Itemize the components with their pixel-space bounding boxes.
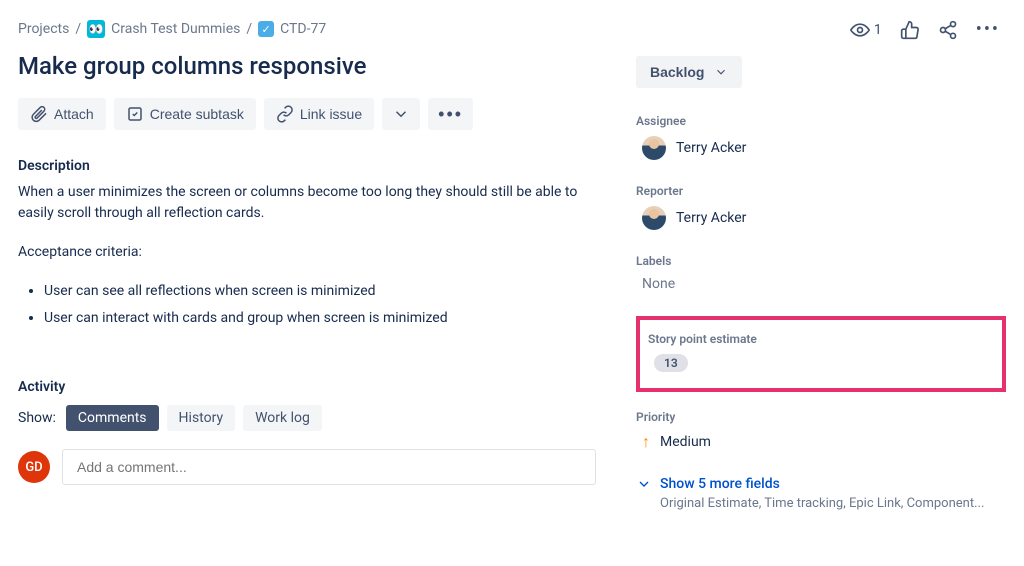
breadcrumb-project[interactable]: Crash Test Dummies xyxy=(111,21,240,37)
description-label: Description xyxy=(18,158,596,174)
chevron-down-icon xyxy=(636,476,652,492)
eye-icon xyxy=(850,20,870,40)
more-actions-button[interactable]: ••• xyxy=(976,21,1000,39)
like-button[interactable] xyxy=(900,20,920,40)
priority-label: Priority xyxy=(636,410,1006,424)
story-point-label: Story point estimate xyxy=(648,332,994,346)
status-label: Backlog xyxy=(650,64,704,80)
comment-input[interactable] xyxy=(62,449,596,485)
tab-worklog[interactable]: Work log xyxy=(243,405,322,431)
story-point-value: 13 xyxy=(654,354,688,372)
assignee-field[interactable]: Assignee Terry Acker xyxy=(636,114,1006,160)
tab-history[interactable]: History xyxy=(167,405,236,431)
attach-label: Attach xyxy=(54,106,94,122)
issue-sidebar: Backlog Assignee Terry Acker Reporter Te… xyxy=(636,52,1006,511)
status-dropdown[interactable]: Backlog xyxy=(636,56,742,88)
description-paragraph: When a user minimizes the screen or colu… xyxy=(18,182,596,224)
issue-main: Make group columns responsive Attach Cre… xyxy=(18,52,596,511)
priority-up-icon: ↑ xyxy=(642,432,650,452)
priority-field[interactable]: Priority ↑ Medium xyxy=(636,410,1006,452)
acceptance-list: User can see all reflections when screen… xyxy=(18,281,596,329)
create-subtask-button[interactable]: Create subtask xyxy=(114,98,256,130)
acceptance-item: User can see all reflections when screen… xyxy=(44,281,596,302)
chevron-down-icon xyxy=(714,65,728,79)
breadcrumb-projects[interactable]: Projects xyxy=(18,21,69,37)
priority-value: Medium xyxy=(660,434,711,450)
labels-label: Labels xyxy=(636,254,1006,268)
reporter-name: Terry Acker xyxy=(676,210,746,226)
acceptance-label: Acceptance criteria: xyxy=(18,242,596,263)
link-issue-dropdown[interactable] xyxy=(382,98,420,130)
share-button[interactable] xyxy=(938,20,958,40)
show-more-label: Show 5 more fields xyxy=(660,476,780,492)
issue-top-actions: 1 ••• xyxy=(850,20,1000,40)
assignee-label: Assignee xyxy=(636,114,1006,128)
labels-value: None xyxy=(636,276,1006,292)
description-body[interactable]: When a user minimizes the screen or colu… xyxy=(18,182,596,329)
reporter-avatar xyxy=(642,206,666,230)
paperclip-icon xyxy=(30,105,48,123)
current-user-avatar: GD xyxy=(18,451,50,483)
subtask-icon xyxy=(126,105,144,123)
breadcrumb-sep: / xyxy=(246,21,252,37)
reporter-label: Reporter xyxy=(636,184,1006,198)
show-label: Show: xyxy=(18,410,56,426)
assignee-name: Terry Acker xyxy=(676,140,746,156)
activity-tabs: Show: Comments History Work log xyxy=(18,405,596,431)
issue-action-bar: Attach Create subtask Link issue ••• xyxy=(18,98,596,130)
reporter-field[interactable]: Reporter Terry Acker xyxy=(636,184,1006,230)
thumbs-up-icon xyxy=(900,20,920,40)
link-issue-button[interactable]: Link issue xyxy=(264,98,374,130)
project-icon: 👀 xyxy=(87,20,105,38)
subtask-label: Create subtask xyxy=(150,106,244,122)
show-more-fields[interactable]: Show 5 more fields xyxy=(636,476,1006,492)
activity-heading: Activity xyxy=(18,379,596,395)
activity-section: Activity Show: Comments History Work log… xyxy=(18,379,596,485)
watch-button[interactable]: 1 xyxy=(850,20,882,40)
attach-button[interactable]: Attach xyxy=(18,98,106,130)
chevron-down-icon xyxy=(392,105,410,123)
labels-field[interactable]: Labels None xyxy=(636,254,1006,292)
issue-title[interactable]: Make group columns responsive xyxy=(18,52,596,80)
show-more-sublabel: Original Estimate, Time tracking, Epic L… xyxy=(660,496,1000,511)
breadcrumb-sep: / xyxy=(75,21,81,37)
tab-comments[interactable]: Comments xyxy=(66,405,159,431)
story-point-highlight: Story point estimate 13 xyxy=(636,316,1006,392)
story-point-field[interactable]: Story point estimate 13 xyxy=(648,332,994,372)
share-icon xyxy=(938,20,958,40)
link-icon xyxy=(276,105,294,123)
link-label: Link issue xyxy=(300,106,362,122)
issue-more-actions[interactable]: ••• xyxy=(428,98,473,130)
assignee-avatar xyxy=(642,136,666,160)
comment-row: GD xyxy=(18,449,596,485)
task-type-icon: ✓ xyxy=(258,21,274,37)
breadcrumb-key[interactable]: CTD-77 xyxy=(280,21,326,37)
watch-count: 1 xyxy=(874,22,882,38)
acceptance-item: User can interact with cards and group w… xyxy=(44,308,596,329)
